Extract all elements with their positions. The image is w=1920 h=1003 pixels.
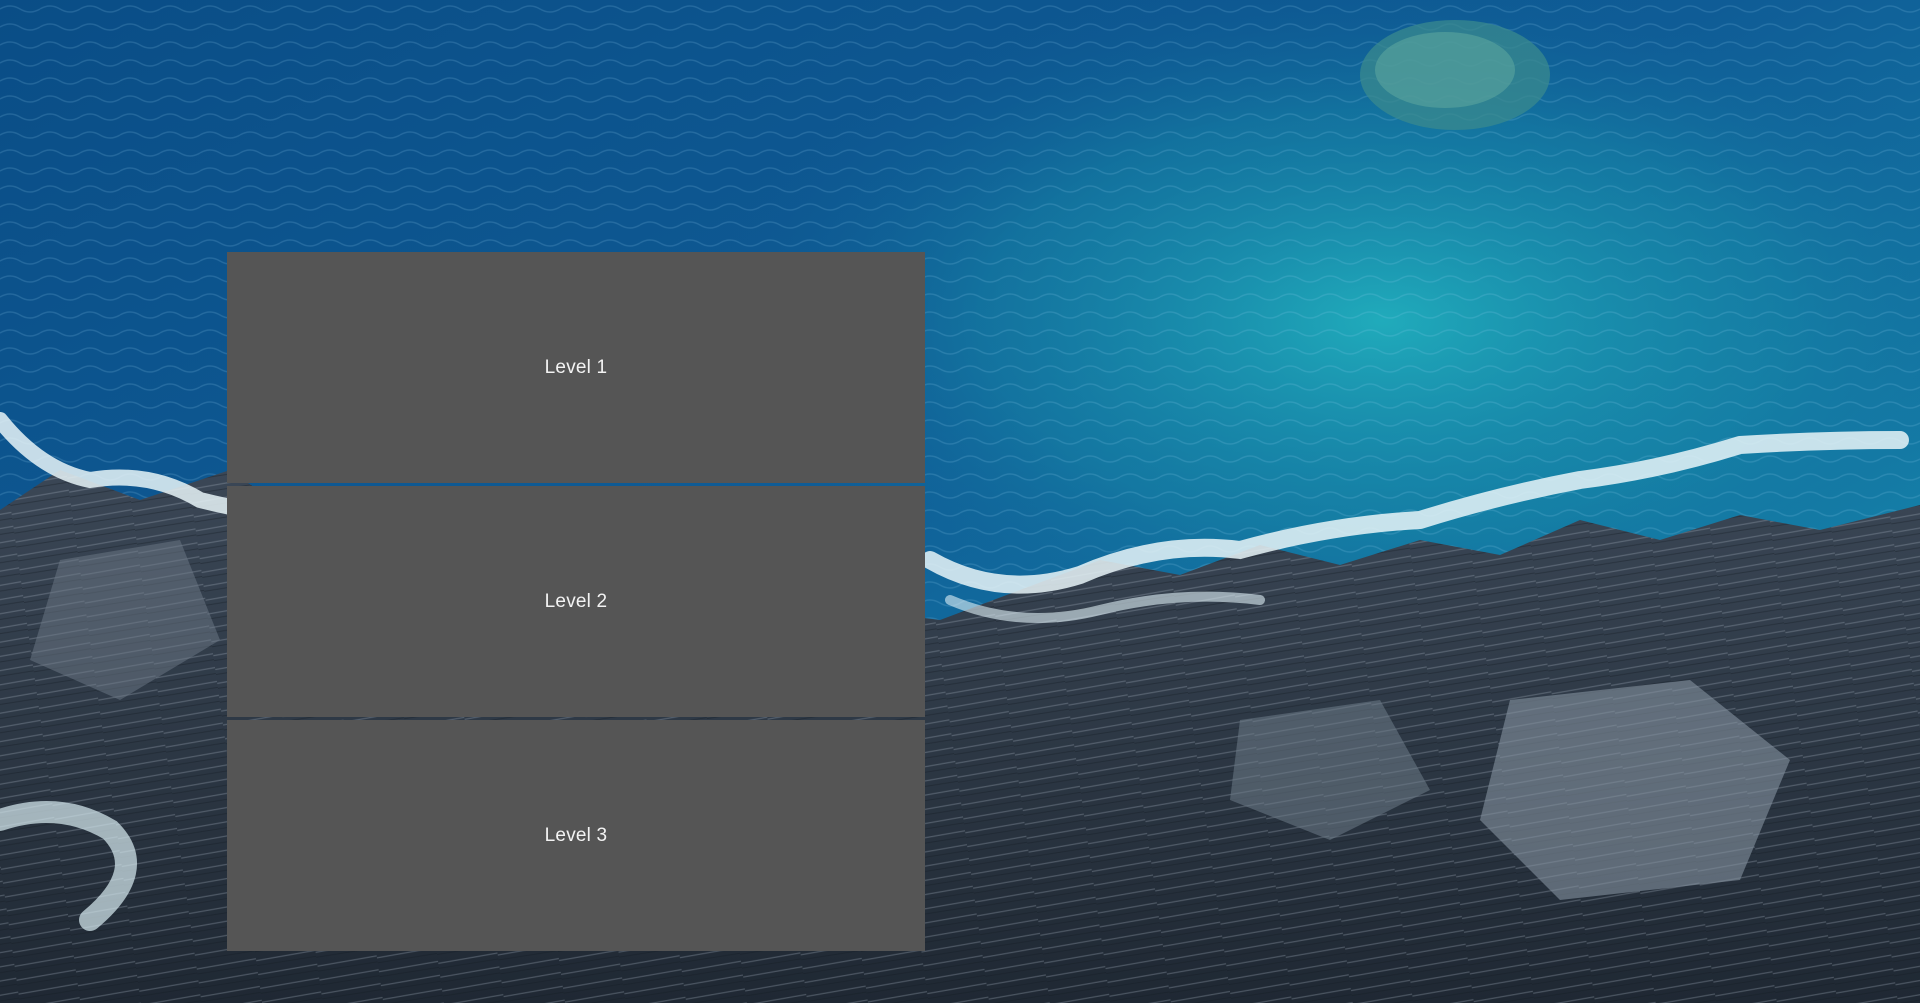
level-2-button[interactable]: Level 2 (227, 486, 925, 717)
level-3-label: Level 3 (544, 824, 608, 846)
level-menu: Level 1 Level 2 Level 3 (227, 252, 925, 951)
level-3-button[interactable]: Level 3 (227, 720, 925, 951)
level-1-label: Level 1 (544, 356, 608, 378)
level-2-label: Level 2 (544, 590, 608, 612)
level-1-button[interactable]: Level 1 (227, 252, 925, 483)
